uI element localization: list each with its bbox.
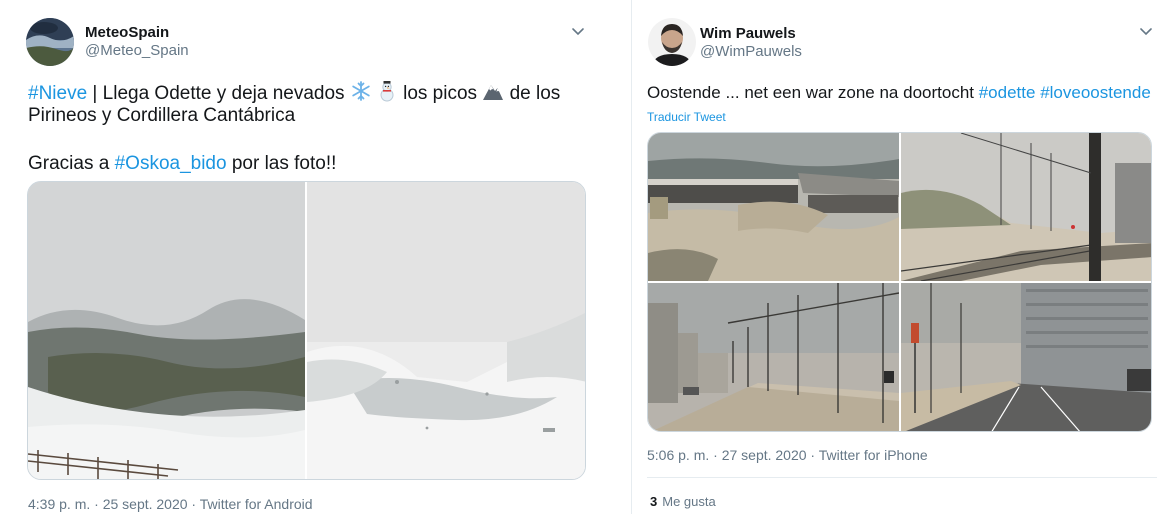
- photo-sandy-road[interactable]: [901, 283, 1151, 431]
- likes-count: 3: [650, 494, 658, 509]
- tweet-text-segment: Gracias a: [28, 153, 115, 174]
- media-grid: [647, 132, 1152, 432]
- photo-sandstorm-street[interactable]: [648, 283, 899, 431]
- avatar-image: [648, 18, 696, 66]
- avatar-image: [26, 18, 74, 66]
- tweet-timestamp[interactable]: 4:39 p. m. · 25 sept. 2020 · Twitter for…: [28, 496, 313, 512]
- tweet-text-segment: de los: [504, 83, 561, 104]
- likes-label: Me gusta: [662, 494, 716, 509]
- tweet-text-segment: Oostende ... net een war zone na doortoc…: [647, 83, 979, 102]
- tweet-text: Oostende ... net een war zone na doortoc…: [647, 81, 1151, 105]
- tweet-text-line-2: Pirineos y Cordillera Cantábrica: [28, 105, 296, 126]
- hashtag-loveoostende[interactable]: #loveoostende: [1040, 83, 1151, 102]
- hashtag-nieve[interactable]: #Nieve: [28, 83, 87, 104]
- snowflake-icon: [352, 81, 370, 101]
- hashtag-oskoa-bido[interactable]: #Oskoa_bido: [115, 153, 227, 174]
- chevron-down-icon[interactable]: [569, 23, 587, 41]
- photo-snowy-lake[interactable]: [307, 182, 585, 479]
- tweet-text-line-1: #Nieve | Llega Odette y deja nevados los…: [28, 80, 560, 106]
- avatar[interactable]: [648, 18, 696, 66]
- photo-beach-promenade[interactable]: [648, 133, 899, 281]
- user-handle[interactable]: @WimPauwels: [700, 43, 802, 60]
- mountain-icon: [483, 85, 504, 100]
- photo-snowy-valley[interactable]: [28, 182, 305, 479]
- chevron-down-icon[interactable]: [1137, 23, 1155, 41]
- tweet-timestamp[interactable]: 5:06 p. m. · 27 sept. 2020 · Twitter for…: [647, 447, 928, 463]
- tweet-card-meteospain[interactable]: MeteoSpain @Meteo_Spain #Nieve | Llega O…: [0, 0, 610, 514]
- avatar[interactable]: [26, 18, 74, 66]
- tweet-card-wimpauwels[interactable]: Wim Pauwels @WimPauwels Oostende ... net…: [632, 0, 1166, 514]
- tweet-text-line-3: Gracias a #Oskoa_bido por las foto!!: [28, 152, 336, 176]
- likes-stat[interactable]: 3 Me gusta: [650, 494, 716, 509]
- snowman-icon: [380, 81, 394, 102]
- display-name[interactable]: Wim Pauwels: [700, 25, 796, 42]
- hashtag-odette[interactable]: #odette: [979, 83, 1036, 102]
- separator: [647, 477, 1157, 478]
- tweet-text-segment: los picos: [397, 83, 483, 104]
- user-handle[interactable]: @Meteo_Spain: [85, 42, 189, 59]
- tweet-text-segment: por las foto!!: [226, 153, 337, 174]
- media-grid: [27, 181, 586, 480]
- display-name[interactable]: MeteoSpain: [85, 24, 169, 41]
- translate-tweet-link[interactable]: Traducir Tweet: [647, 110, 726, 124]
- photo-tram-tracks-dunes[interactable]: [901, 133, 1151, 281]
- tweet-text-segment: | Llega Odette y deja nevados: [87, 83, 350, 104]
